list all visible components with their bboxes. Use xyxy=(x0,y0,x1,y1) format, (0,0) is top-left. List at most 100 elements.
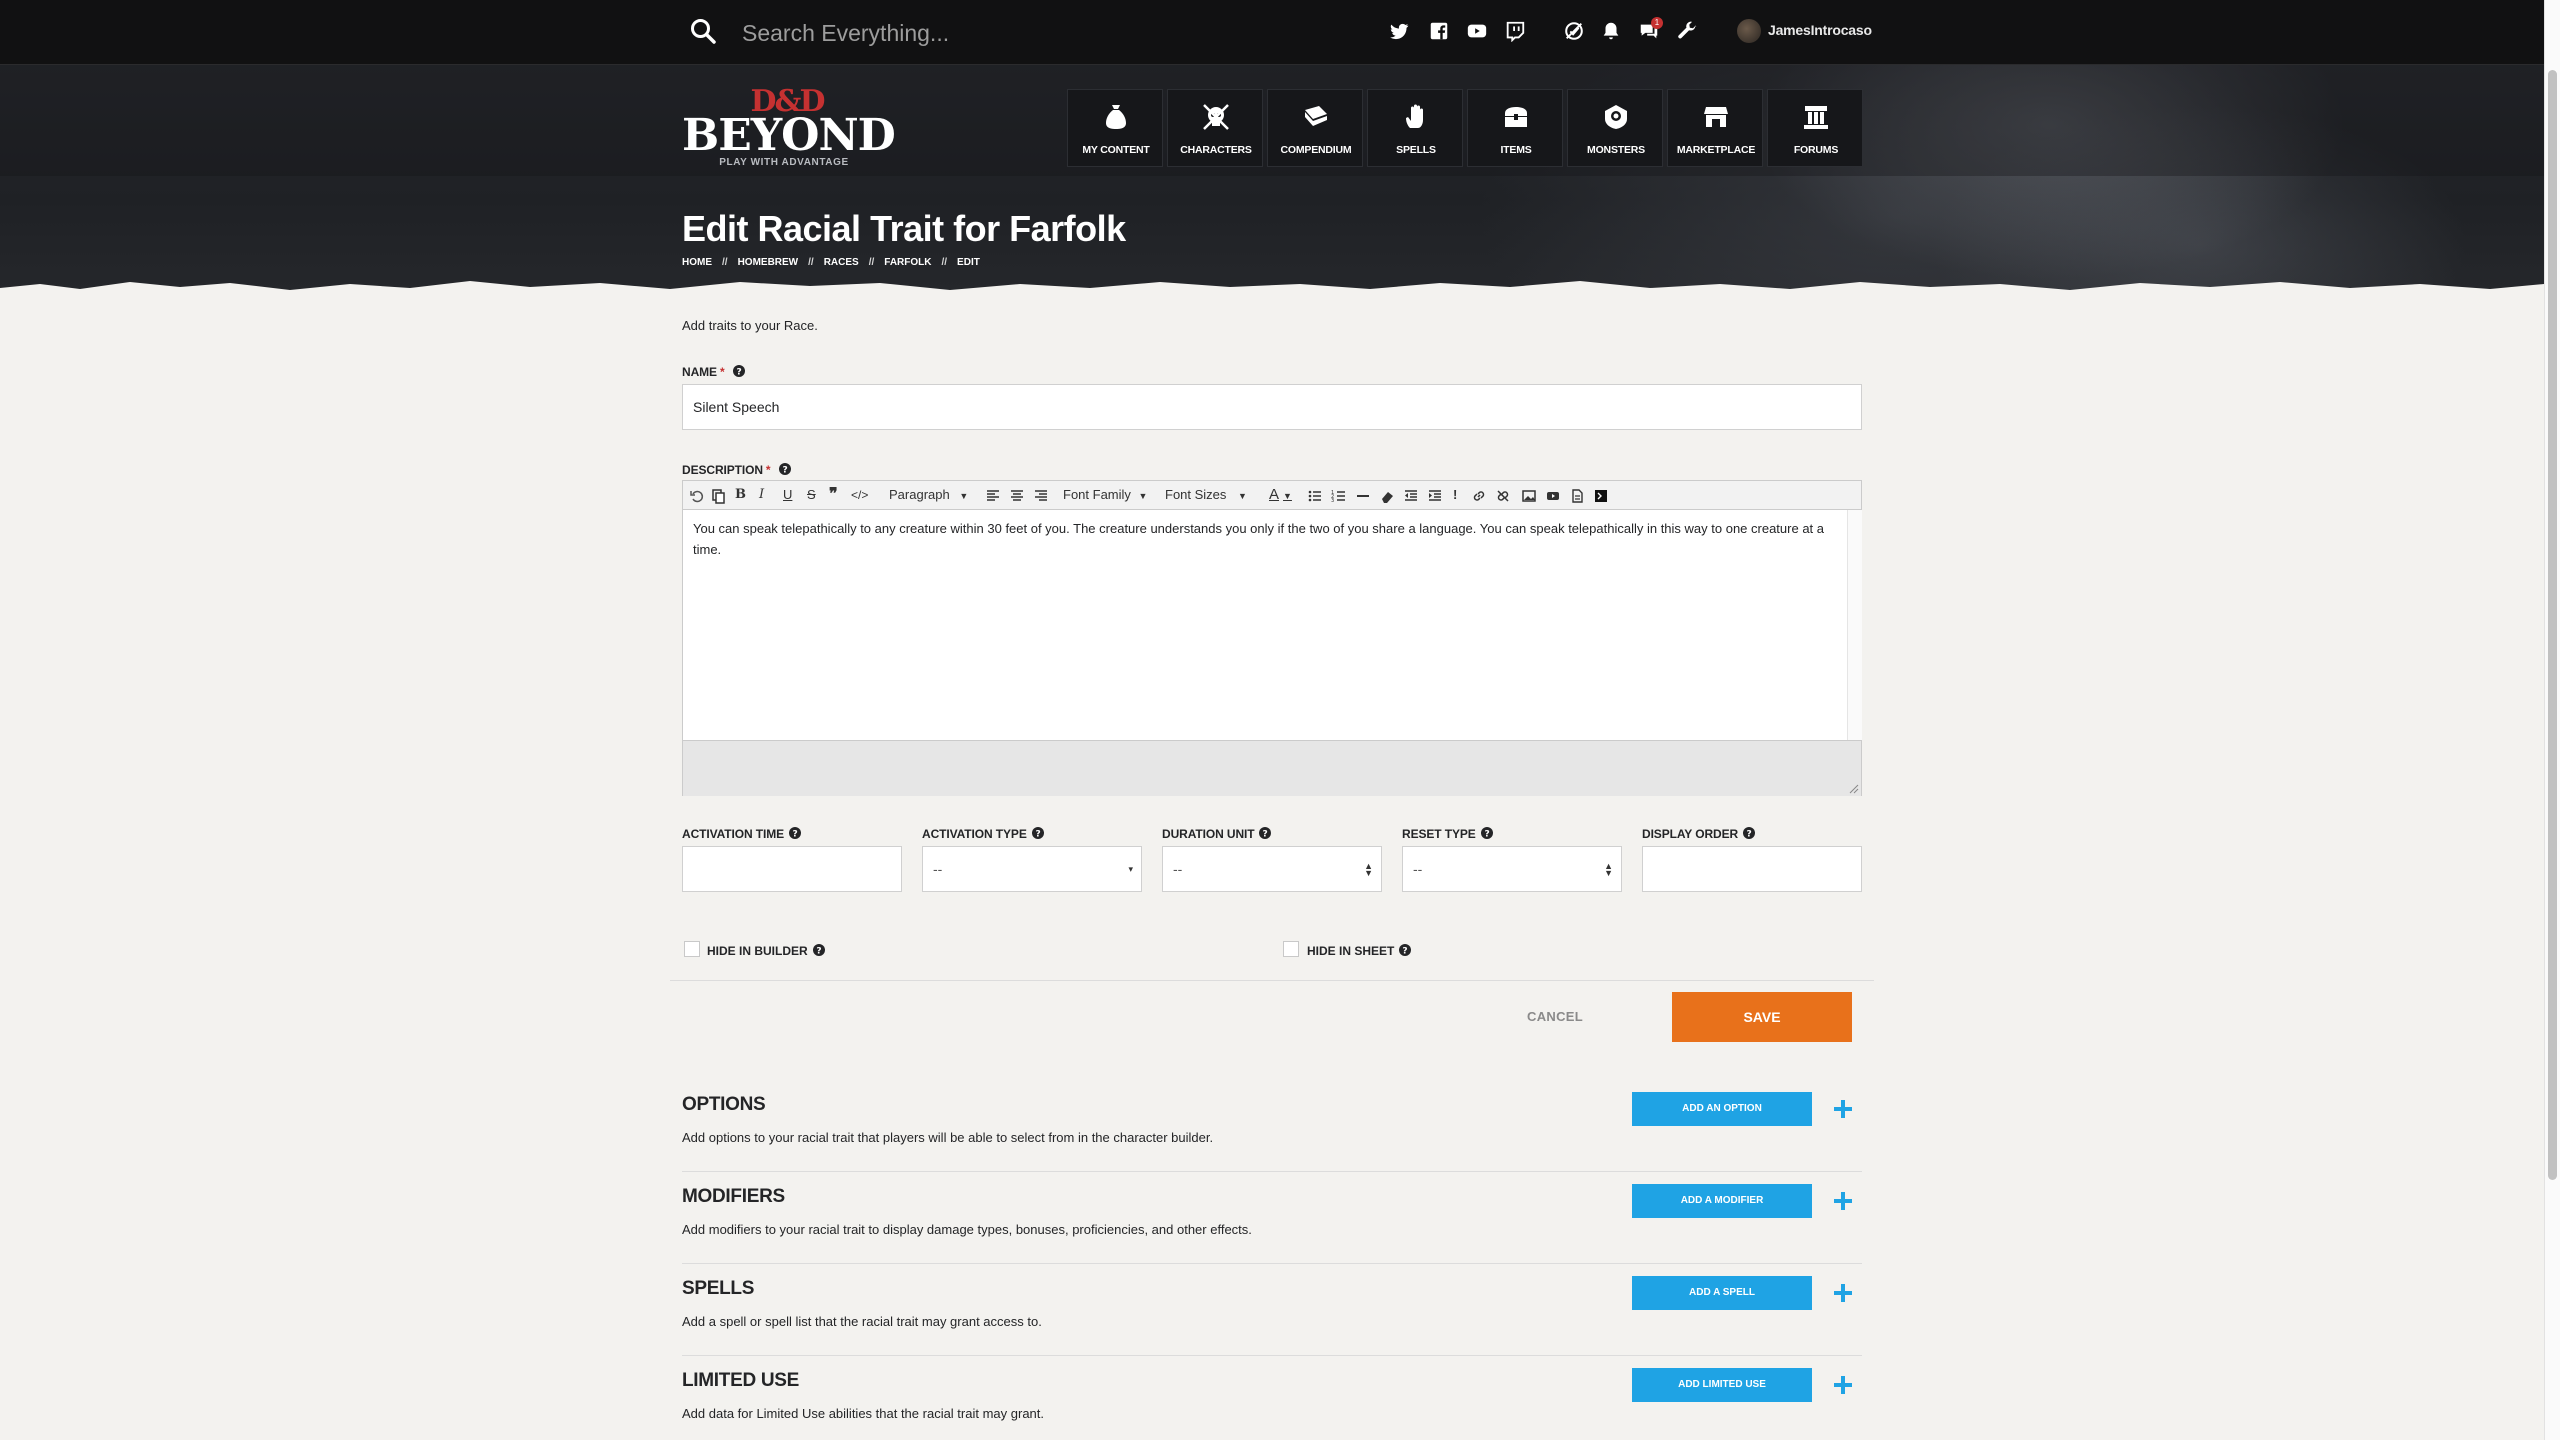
activation-type-select[interactable]: -- ▾ xyxy=(922,846,1142,892)
font-sizes-dropdown[interactable]: Font Sizes ▼ xyxy=(1165,486,1247,504)
code-icon[interactable]: </> xyxy=(851,486,868,504)
hide-in-sheet-checkbox[interactable] xyxy=(1283,941,1299,957)
reset-type-select[interactable]: -- ▲ ▼ xyxy=(1402,846,1622,892)
add-limited-use-button[interactable]: ADD LIMITED USE xyxy=(1632,1368,1812,1402)
help-icon[interactable]: ? xyxy=(1031,827,1044,839)
link-icon[interactable] xyxy=(1471,486,1487,504)
svg-text:?: ? xyxy=(1747,830,1752,840)
add-option-button[interactable]: ADD AN OPTION xyxy=(1632,1092,1812,1126)
torn-paper-edge xyxy=(0,281,2544,302)
eraser-icon[interactable] xyxy=(1379,486,1395,504)
align-left-icon[interactable] xyxy=(985,486,1001,504)
media-icon[interactable] xyxy=(1545,486,1561,504)
display-order-input[interactable] xyxy=(1642,846,1862,892)
activation-time-label-text: ACTIVATION TIME xyxy=(682,827,785,841)
cancel-button[interactable]: CANCEL xyxy=(1527,1009,1583,1024)
paragraph-dropdown[interactable]: Paragraph ▼ xyxy=(889,486,968,504)
nav-label: MARKETPLACE xyxy=(1676,144,1756,156)
image-icon[interactable] xyxy=(1521,486,1537,504)
svg-text:?: ? xyxy=(736,368,741,378)
italic-icon[interactable]: I xyxy=(759,486,764,504)
unlink-icon[interactable] xyxy=(1495,486,1511,504)
strikethrough-icon[interactable]: S xyxy=(807,486,816,504)
indent-icon[interactable] xyxy=(1427,486,1443,504)
nav-marketplace[interactable]: MARKETPLACE xyxy=(1667,89,1763,167)
help-icon[interactable]: ? xyxy=(1259,827,1272,839)
svg-text:?: ? xyxy=(1403,947,1408,957)
username[interactable]: JamesIntrocaso xyxy=(1768,22,1872,38)
help-icon[interactable]: ? xyxy=(778,463,791,475)
blockquote-icon[interactable]: ❞ xyxy=(829,486,838,504)
plus-icon[interactable] xyxy=(1832,1190,1854,1212)
updown-icon: ▲ ▼ xyxy=(1604,861,1613,878)
description-label-text: DESCRIPTION xyxy=(682,463,763,477)
bullet-list-icon[interactable] xyxy=(1307,486,1323,504)
underline-icon[interactable]: U xyxy=(783,486,792,504)
numbered-list-icon[interactable]: 123 xyxy=(1331,486,1347,504)
add-spell-button[interactable]: ADD A SPELL xyxy=(1632,1276,1812,1310)
twitch-icon[interactable] xyxy=(1504,20,1526,42)
document-icon[interactable] xyxy=(1569,486,1585,504)
search-icon[interactable] xyxy=(690,18,716,44)
duration-unit-select[interactable]: -- ▲ ▼ xyxy=(1162,846,1382,892)
page-scrollbar[interactable] xyxy=(2544,0,2560,1440)
alert-icon[interactable]: ! xyxy=(1453,486,1457,504)
bold-icon[interactable]: B xyxy=(735,486,746,504)
breadcrumb-home[interactable]: HOME xyxy=(682,257,712,268)
help-icon[interactable]: ? xyxy=(1399,944,1412,957)
help-icon[interactable]: ? xyxy=(1480,827,1493,839)
paste-icon[interactable] xyxy=(710,486,726,504)
activation-time-input[interactable] xyxy=(682,846,902,892)
youtube-icon[interactable] xyxy=(1466,20,1488,42)
plus-icon[interactable] xyxy=(1832,1098,1854,1120)
site-logo[interactable]: D&D BEYOND PLAY WITH ADVANTAGE xyxy=(682,84,896,170)
align-right-icon[interactable] xyxy=(1033,486,1049,504)
twitter-icon[interactable] xyxy=(1388,20,1410,42)
reset-type-value: -- xyxy=(1413,861,1423,877)
hide-in-builder-checkbox[interactable] xyxy=(684,941,700,957)
wrench-icon[interactable] xyxy=(1676,20,1698,42)
nav-spells[interactable]: SPELLS xyxy=(1367,89,1463,167)
intro-text: Add traits to your Race. xyxy=(682,318,818,333)
bell-icon[interactable] xyxy=(1600,20,1622,42)
help-icon[interactable]: ? xyxy=(812,944,825,956)
name-input[interactable]: Silent Speech xyxy=(682,384,1862,430)
nav-characters[interactable]: CHARACTERS xyxy=(1167,89,1263,167)
nav-monsters[interactable]: MONSTERS xyxy=(1567,89,1663,167)
help-icon[interactable]: ? xyxy=(789,827,802,839)
breadcrumb-homebrew[interactable]: HOMEBREW xyxy=(738,257,799,268)
description-textarea[interactable]: You can speak telepathically to any crea… xyxy=(683,510,1847,740)
resize-handle-icon[interactable] xyxy=(1849,784,1859,794)
undo-icon[interactable] xyxy=(689,486,705,504)
breadcrumb-races[interactable]: RACES xyxy=(824,257,859,268)
plus-icon[interactable] xyxy=(1832,1282,1854,1304)
search-input[interactable] xyxy=(740,14,1284,52)
nav-compendium[interactable]: COMPENDIUM xyxy=(1267,89,1363,167)
breadcrumb-separator: // xyxy=(941,257,948,268)
nav-items[interactable]: ITEMS xyxy=(1467,89,1563,167)
no-ads-icon[interactable] xyxy=(1563,20,1585,42)
plus-icon[interactable] xyxy=(1832,1374,1854,1396)
add-modifier-button[interactable]: ADD A MODIFIER xyxy=(1632,1184,1812,1218)
breadcrumb-farfolk[interactable]: FARFOLK xyxy=(884,257,931,268)
help-icon[interactable]: ? xyxy=(1743,827,1756,840)
font-family-dropdown[interactable]: Font Family ▼ xyxy=(1063,486,1147,504)
text-color-icon[interactable]: A ▼ xyxy=(1269,486,1292,504)
required-mark: * xyxy=(765,463,771,477)
align-center-icon[interactable] xyxy=(1009,486,1025,504)
reset-type-label-text: RESET TYPE xyxy=(1402,827,1476,841)
source-code-icon[interactable] xyxy=(1593,486,1609,504)
facebook-icon[interactable] xyxy=(1428,20,1450,42)
outdent-icon[interactable] xyxy=(1403,486,1419,504)
nav-my-content[interactable]: MY CONTENT xyxy=(1067,89,1163,167)
page-title: Edit Racial Trait for Farfolk xyxy=(682,208,1126,249)
help-icon[interactable]: ? xyxy=(732,365,745,378)
nav-forums[interactable]: FORUMS xyxy=(1767,89,1863,167)
save-button[interactable]: SAVE xyxy=(1672,992,1852,1042)
scrollbar-thumb[interactable] xyxy=(2548,70,2557,1180)
horizontal-rule-icon[interactable] xyxy=(1355,486,1371,504)
avatar[interactable] xyxy=(1737,19,1761,43)
editor-scrollbar[interactable] xyxy=(1847,510,1862,740)
font-sizes-label: Font Sizes xyxy=(1165,487,1227,502)
description-label: DESCRIPTION * ? xyxy=(682,463,791,477)
